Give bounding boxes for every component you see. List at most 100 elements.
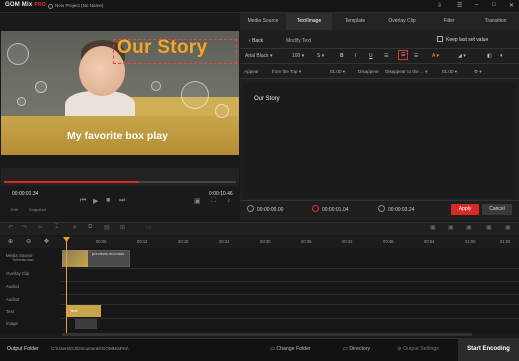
delete-icon[interactable]: ✕: [72, 224, 77, 231]
stop-icon[interactable]: ■: [106, 197, 110, 204]
appear-time-value: 01.00: [330, 69, 342, 74]
disappear-label: Disappear: [358, 69, 379, 74]
bubble-decoration: [215, 104, 229, 118]
zoom-fit-icon[interactable]: ✥: [44, 238, 49, 245]
copy-icon[interactable]: ⧉: [88, 224, 92, 231]
keep-checkbox[interactable]: [437, 36, 443, 42]
marker-icon[interactable]: ▭: [146, 224, 152, 231]
volume-icon[interactable]: ♪: [227, 197, 231, 204]
apply-button[interactable]: Apply: [451, 204, 479, 215]
expand-icon[interactable]: ▣: [505, 224, 511, 231]
back-label: Back: [252, 38, 264, 44]
output-settings-label: Output Settings: [403, 346, 439, 352]
download-icon[interactable]: ⇩: [437, 2, 442, 9]
redo-icon[interactable]: ↷: [22, 224, 27, 231]
snapshot-label[interactable]: Snapshot: [29, 207, 46, 212]
text-editor[interactable]: [243, 83, 516, 199]
change-folder-button[interactable]: ▭ Change Folder: [270, 346, 311, 352]
crop-icon[interactable]: ▣: [194, 197, 201, 205]
ruler-tick: 01:06: [500, 239, 511, 244]
back-button[interactable]: ‹ Back: [249, 38, 263, 44]
bubble-decoration: [17, 97, 26, 106]
tab-filter[interactable]: Filter: [426, 13, 472, 30]
video-preview[interactable]: Our Story My favorite box play: [1, 31, 239, 155]
split-icon[interactable]: ⌶: [55, 224, 59, 231]
tab-template[interactable]: Template: [332, 13, 378, 30]
disappear-select[interactable]: Disappear to the ... ▾: [385, 69, 427, 75]
text-color-icon[interactable]: A ▾: [432, 53, 439, 59]
track-divider: [60, 268, 519, 269]
font-select[interactable]: Arial Black ▾: [245, 53, 273, 59]
ruler-tick: 00:36: [301, 239, 312, 244]
disappear-time[interactable]: 01.00 ▾: [442, 69, 457, 75]
timeline-scrollbar[interactable]: [62, 333, 472, 336]
highlight-color-icon[interactable]: ◢ ▾: [458, 53, 466, 59]
playhead[interactable]: [66, 240, 67, 333]
image-clip[interactable]: [75, 319, 97, 329]
duration-time[interactable]: 00:00:01.04: [322, 207, 348, 213]
end-time[interactable]: 00:00:03.24: [388, 207, 414, 213]
appear-time[interactable]: 01.00 ▾: [330, 69, 345, 75]
tab-overlay-clip[interactable]: Overlay Clip: [378, 13, 426, 30]
align-center-icon[interactable]: ☰: [398, 50, 409, 60]
bold-button[interactable]: B: [340, 53, 344, 59]
underline-button[interactable]: U: [369, 53, 373, 59]
zoom-in-icon[interactable]: ⊕: [8, 238, 13, 245]
directory-label: Directory: [349, 346, 371, 352]
panel-title: Modify Text: [286, 38, 312, 44]
cancel-button[interactable]: Cancel: [482, 204, 512, 215]
start-time-icon: [247, 205, 254, 212]
play-icon[interactable]: ▶: [93, 197, 98, 205]
ruler-tick: 00:18: [178, 239, 189, 244]
ruler-tick: 00:24: [219, 239, 230, 244]
maximize-button[interactable]: □: [492, 2, 496, 8]
editor-content[interactable]: Our Story: [254, 96, 280, 102]
close-button[interactable]: ✕: [509, 2, 514, 9]
overlay-title[interactable]: Our Story: [117, 37, 207, 59]
track-icon[interactable]: ▣: [430, 224, 436, 231]
outline-color-icon[interactable]: ◧: [487, 53, 492, 59]
zoom-out-icon[interactable]: ⊖: [26, 238, 31, 245]
lock-icon[interactable]: ▣: [466, 224, 472, 231]
track-media-file: Yukimiko.wav: [12, 258, 34, 262]
next-frame-icon[interactable]: ⏭: [119, 197, 125, 205]
prev-frame-icon[interactable]: ⏮: [80, 197, 86, 205]
tab-transition[interactable]: Transition: [472, 13, 519, 30]
bubble-decoration: [7, 43, 29, 65]
cut-icon[interactable]: ✂: [38, 224, 43, 231]
timeline-toolbar: [0, 222, 519, 235]
output-settings-button[interactable]: ⚙ Output Settings: [397, 346, 439, 352]
directory-button[interactable]: ▭ Directory: [343, 346, 370, 352]
more-options-icon[interactable]: ▾: [500, 53, 503, 59]
fullscreen-icon[interactable]: ⛶: [211, 197, 216, 205]
tab-text-image[interactable]: Text/Image: [286, 13, 332, 30]
disappear-value: Disappear to the ...: [385, 69, 424, 74]
font-value: Arial Black: [245, 53, 269, 59]
text-style-select[interactable]: S ▾: [317, 53, 324, 59]
tab-media-source[interactable]: Media Source: [240, 13, 286, 30]
animation-options-icon[interactable]: ⚙ ▾: [474, 69, 482, 75]
settings-icon[interactable]: [48, 3, 53, 9]
italic-button[interactable]: I: [355, 53, 356, 59]
align-left-icon[interactable]: ☰: [384, 53, 388, 59]
appear-select[interactable]: from the Top ▾: [272, 69, 301, 75]
align-right-icon[interactable]: ☰: [414, 53, 418, 59]
ruler-tick: 00:30: [260, 239, 271, 244]
overlay-caption[interactable]: My favorite box play: [67, 130, 168, 142]
zoom-fit-icon[interactable]: ⊞: [120, 224, 125, 231]
undo-icon[interactable]: ↶: [8, 224, 13, 231]
style-value: S: [317, 53, 321, 59]
track-divider: [60, 304, 519, 305]
start-time[interactable]: 00:00:00.00: [257, 207, 283, 213]
snap-icon[interactable]: ▣: [448, 224, 454, 231]
menu-icon[interactable]: ☰: [457, 2, 462, 9]
track-audio2: Audio2: [6, 297, 20, 302]
minimize-button[interactable]: –: [475, 2, 478, 8]
font-size-select[interactable]: 100 ▾: [292, 53, 304, 59]
edition-badge: PRO: [34, 2, 46, 8]
output-path: C:\Users\GJ\Documents\GOMMixPro\: [51, 346, 129, 351]
settings-icon[interactable]: ▣: [486, 224, 492, 231]
edit-label[interactable]: Edit: [11, 207, 18, 212]
start-encoding-button[interactable]: Start Encoding: [458, 338, 519, 361]
paste-icon[interactable]: ▤: [104, 224, 110, 231]
